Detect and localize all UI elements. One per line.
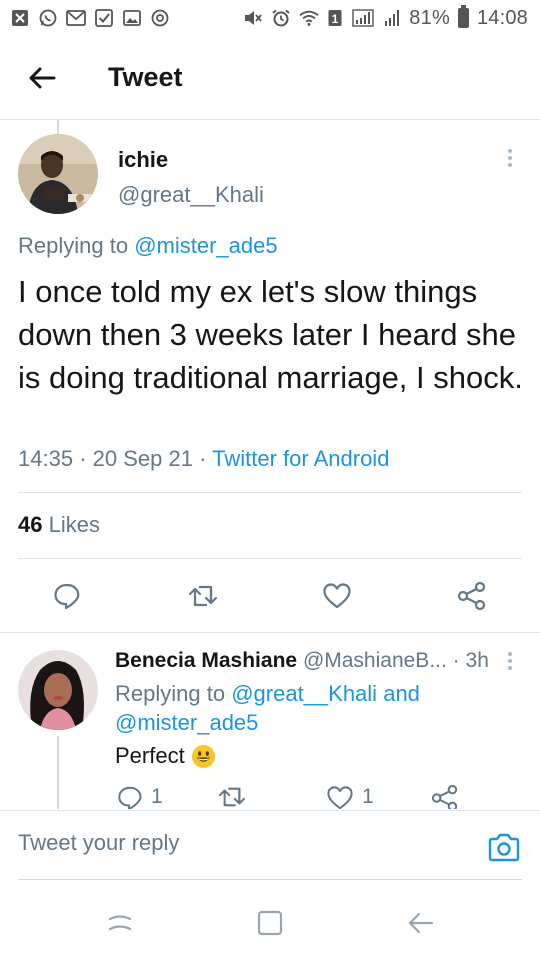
like-count: 1 [362, 785, 374, 808]
share-button[interactable] [452, 576, 492, 616]
reply-tweet[interactable]: Benecia Mashiane @MashianeB... · 3h Repl… [0, 633, 540, 809]
thread-line [57, 120, 59, 134]
replying-prefix: Replying to [115, 681, 226, 706]
retweet-button[interactable] [183, 576, 223, 616]
reply-input[interactable] [18, 825, 458, 861]
alarm-icon [271, 9, 291, 27]
reply-icon [118, 786, 142, 809]
arrow-left-icon [29, 67, 56, 88]
mention-link[interactable]: @mister_ade5 [115, 710, 258, 735]
author-handle[interactable]: @MashianeB... [303, 649, 447, 672]
reply-button[interactable]: 1 [117, 785, 163, 809]
sim1-icon: 1 [327, 9, 343, 27]
wifi-icon [299, 9, 319, 27]
system-navigation-bar [0, 884, 540, 960]
whatsapp-icon [38, 9, 58, 27]
meta-separator: · [452, 649, 460, 672]
notification-icons [10, 9, 170, 27]
battery-percent: 81% [409, 6, 450, 29]
tweet-text: Perfect [115, 743, 216, 769]
replying-to: Replying to @great__Khali and @mister_ad… [115, 679, 445, 737]
home-button[interactable] [250, 908, 290, 938]
mute-icon [243, 9, 263, 27]
share-icon [457, 582, 486, 610]
heart-icon [323, 583, 351, 609]
close-box-icon [10, 9, 30, 27]
reply-count: 1 [151, 785, 163, 808]
author-name[interactable]: Benecia Mashiane [115, 649, 297, 672]
retweet-button[interactable] [218, 785, 246, 809]
tweet-source-link[interactable]: Twitter for Android [212, 446, 389, 471]
share-icon [431, 785, 458, 809]
back-arrow-icon [408, 912, 434, 934]
tweet-actions [0, 568, 540, 628]
retweet-icon [188, 585, 218, 607]
reply-button[interactable] [47, 576, 87, 616]
likes-count: 46 [18, 512, 43, 537]
tweet-age: 3h [465, 649, 489, 672]
mention-link[interactable]: @great__Khali [231, 681, 377, 706]
likes-label: Likes [48, 512, 100, 537]
battery-icon [457, 5, 469, 28]
tweet-actions: 1 1 [0, 785, 540, 809]
more-options-icon[interactable] [498, 146, 522, 170]
status-bar: 1 81% 14:08 [0, 0, 540, 36]
tweet-time: 14:35 [18, 446, 74, 471]
tweet-meta: 14:35 · 20 Sep 21 · Twitter for Android [18, 446, 389, 472]
page-title: Tweet [108, 62, 183, 92]
image-icon [122, 9, 142, 27]
tweet-text: I once told my ex let's slow things down… [18, 274, 523, 395]
divider [18, 492, 522, 493]
replying-to: Replying to @mister_ade5 [18, 233, 278, 259]
author-handle[interactable]: @great__Khali [118, 182, 264, 208]
input-underline [18, 879, 522, 880]
replying-prefix: Replying to [18, 233, 129, 258]
tweet-date: 20 Sep 21 [92, 446, 193, 471]
checkbox-icon [94, 9, 114, 27]
mention-link[interactable]: @mister_ade5 [134, 233, 277, 258]
like-button[interactable]: 1 [326, 785, 374, 809]
recent-apps-icon [108, 915, 132, 931]
home-icon [257, 910, 283, 936]
reply-author: Benecia Mashiane @MashianeB... · 3h [115, 649, 495, 673]
back-button[interactable] [10, 46, 74, 110]
signal-icon [383, 9, 401, 27]
camera-icon [488, 833, 520, 862]
author-name[interactable]: ichie [118, 147, 168, 173]
avatar[interactable] [18, 650, 98, 730]
system-icons: 1 81% 14:08 [243, 5, 528, 30]
gmail-icon [66, 9, 86, 27]
reply-icon [54, 583, 80, 610]
chrome-icon [150, 9, 170, 27]
reply-text: Perfect [115, 743, 185, 768]
avatar[interactable] [18, 134, 98, 214]
camera-button[interactable] [486, 831, 522, 865]
svg-text:1: 1 [332, 12, 339, 26]
share-button[interactable] [431, 785, 459, 809]
more-options-icon[interactable] [498, 649, 522, 673]
top-app-bar: Tweet [0, 36, 540, 120]
clock: 14:08 [476, 6, 528, 29]
grinning-face-icon [191, 744, 215, 768]
replying-and: and [383, 681, 420, 706]
meta-separator: · [79, 446, 87, 471]
retweet-icon [218, 787, 246, 807]
signal-icon [351, 9, 375, 27]
recent-apps-button[interactable] [100, 908, 140, 938]
meta-separator: · [199, 446, 207, 471]
like-button[interactable] [317, 576, 357, 616]
divider [18, 558, 522, 559]
back-nav-button[interactable] [400, 908, 440, 938]
heart-icon [327, 786, 353, 809]
likes-link[interactable]: 46 Likes [18, 512, 100, 538]
reply-composer [0, 810, 540, 884]
